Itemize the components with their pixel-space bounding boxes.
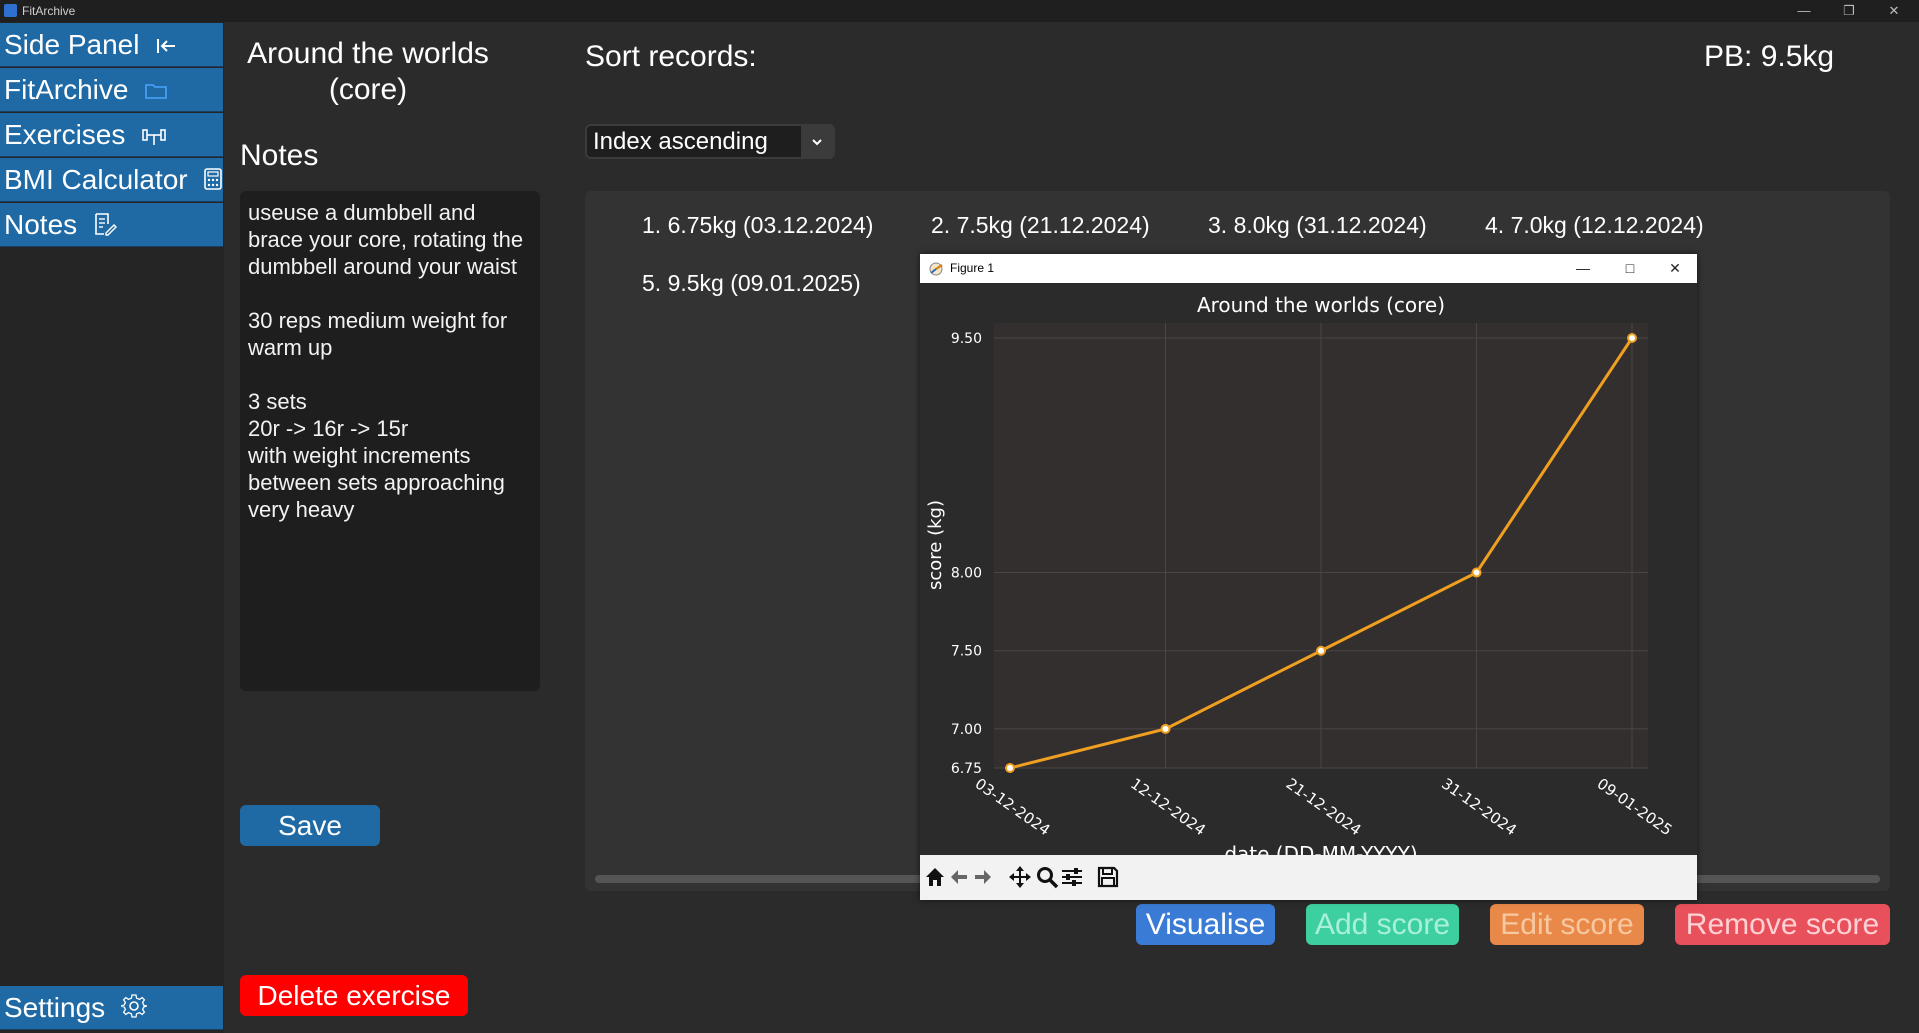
data-point — [1316, 645, 1326, 656]
maximize-button[interactable]: ❐ — [1829, 1, 1869, 21]
record-item[interactable]: 1. 6.75kg (03.12.2024) — [642, 212, 873, 239]
y-tick-label: 8.00 — [951, 566, 982, 582]
collapse-left-icon — [155, 25, 177, 69]
sidebar-item-notes[interactable]: Notes — [0, 203, 223, 247]
figure-maximize-button[interactable]: □ — [1615, 258, 1645, 278]
back-icon[interactable] — [947, 865, 971, 889]
data-point — [1160, 723, 1171, 734]
zoom-icon[interactable] — [1035, 865, 1059, 889]
sort-label: Sort records: — [585, 40, 757, 73]
y-tick-label: 6.75 — [951, 761, 982, 777]
remove-score-button[interactable]: Remove score — [1675, 904, 1890, 945]
dumbbell-icon — [141, 115, 167, 159]
exercise-title: Around the worlds (core) — [240, 36, 496, 108]
save-icon[interactable] — [1096, 865, 1120, 889]
sidebar-item-bmi-calculator[interactable]: BMI Calculator — [0, 158, 223, 202]
sidebar-item-label: Notes — [4, 209, 78, 240]
x-tick-label: 03-12-2024 — [972, 775, 1054, 840]
sidebar: Side Panel FitArchive Exercises BMI Calc… — [0, 22, 224, 1033]
figure-close-button[interactable]: ✕ — [1660, 258, 1690, 278]
sort-dropdown[interactable]: Index ascending — [585, 124, 835, 159]
configure-icon[interactable] — [1060, 865, 1084, 889]
forward-icon[interactable] — [971, 865, 995, 889]
home-icon[interactable] — [923, 865, 947, 889]
notes-heading: Notes — [240, 139, 319, 172]
chevron-down-icon[interactable] — [801, 126, 833, 157]
close-button[interactable]: ✕ — [1874, 1, 1914, 21]
chart-canvas: Around the worlds (core) score (kg) date… — [920, 283, 1697, 855]
data-point — [1005, 763, 1015, 773]
notes-textbox[interactable]: useuse a dumbbell and brace your core, r… — [240, 191, 540, 691]
calculator-icon — [203, 160, 223, 204]
exercise-title-line1: Around the worlds — [247, 37, 489, 70]
y-tick-label: 7.50 — [951, 644, 982, 660]
sort-selected-value: Index ascending — [593, 128, 768, 155]
x-axis-label: date (DD-MM-YYYY) — [1224, 842, 1417, 855]
record-item[interactable]: 2. 7.5kg (21.12.2024) — [931, 212, 1150, 239]
app-icon — [4, 4, 17, 17]
y-tick-label: 7.00 — [951, 722, 982, 738]
figure-window: Figure 1 — □ ✕ Around the worlds (core) … — [920, 254, 1697, 900]
x-tick-label: 09-01-2025 — [1594, 775, 1676, 840]
x-tick-label: 12-12-2024 — [1127, 775, 1209, 840]
line-chart: Around the worlds (core) score (kg) date… — [925, 293, 1676, 855]
pan-icon[interactable] — [1008, 865, 1032, 889]
sidebar-item-fitarchive[interactable]: FitArchive — [0, 68, 223, 112]
sidebar-item-label: Side Panel — [4, 29, 140, 60]
delete-exercise-button[interactable]: Delete exercise — [240, 975, 468, 1016]
record-item[interactable]: 5. 9.5kg (09.01.2025) — [642, 270, 861, 297]
sidebar-item-label: BMI Calculator — [4, 164, 188, 195]
figure-app-icon — [928, 261, 944, 276]
figure-minimize-button[interactable]: — — [1568, 258, 1598, 278]
sidebar-item-label: Settings — [4, 992, 106, 1023]
figure-toolbar — [920, 855, 1697, 900]
save-button[interactable]: Save — [240, 805, 380, 846]
record-item[interactable]: 4. 7.0kg (12.12.2024) — [1485, 212, 1704, 239]
sidebar-item-exercises[interactable]: Exercises — [0, 113, 223, 157]
window-titlebar: FitArchive — ❐ ✕ — [0, 0, 1919, 22]
sidebar-item-label: Exercises — [4, 119, 126, 150]
x-tick-label: 21-12-2024 — [1283, 775, 1365, 840]
data-point — [1627, 333, 1637, 343]
figure-titlebar: Figure 1 — □ ✕ — [920, 254, 1697, 283]
edit-score-button[interactable]: Edit score — [1490, 904, 1644, 945]
minimize-button[interactable]: — — [1784, 1, 1824, 21]
personal-best: PB: 9.5kg — [1704, 40, 1835, 73]
window-title: FitArchive — [22, 4, 76, 18]
x-tick-label: 31-12-2024 — [1438, 775, 1520, 840]
gear-icon — [118, 988, 148, 1032]
visualise-button[interactable]: Visualise — [1136, 904, 1275, 945]
chart-title: Around the worlds (core) — [1197, 293, 1445, 317]
notes-icon — [93, 205, 117, 249]
exercise-title-line2: (core) — [328, 73, 408, 106]
sidebar-item-label: FitArchive — [4, 74, 129, 105]
sidebar-item-settings[interactable]: Settings — [0, 986, 223, 1030]
folder-icon — [144, 70, 168, 114]
y-tick-label: 9.50 — [951, 331, 982, 347]
add-score-button[interactable]: Add score — [1306, 904, 1459, 945]
y-axis-label: score (kg) — [925, 500, 946, 590]
sidebar-item-side-panel[interactable]: Side Panel — [0, 23, 223, 67]
data-point — [1471, 567, 1482, 578]
record-item[interactable]: 3. 8.0kg (31.12.2024) — [1208, 212, 1427, 239]
figure-window-title: Figure 1 — [950, 261, 995, 275]
